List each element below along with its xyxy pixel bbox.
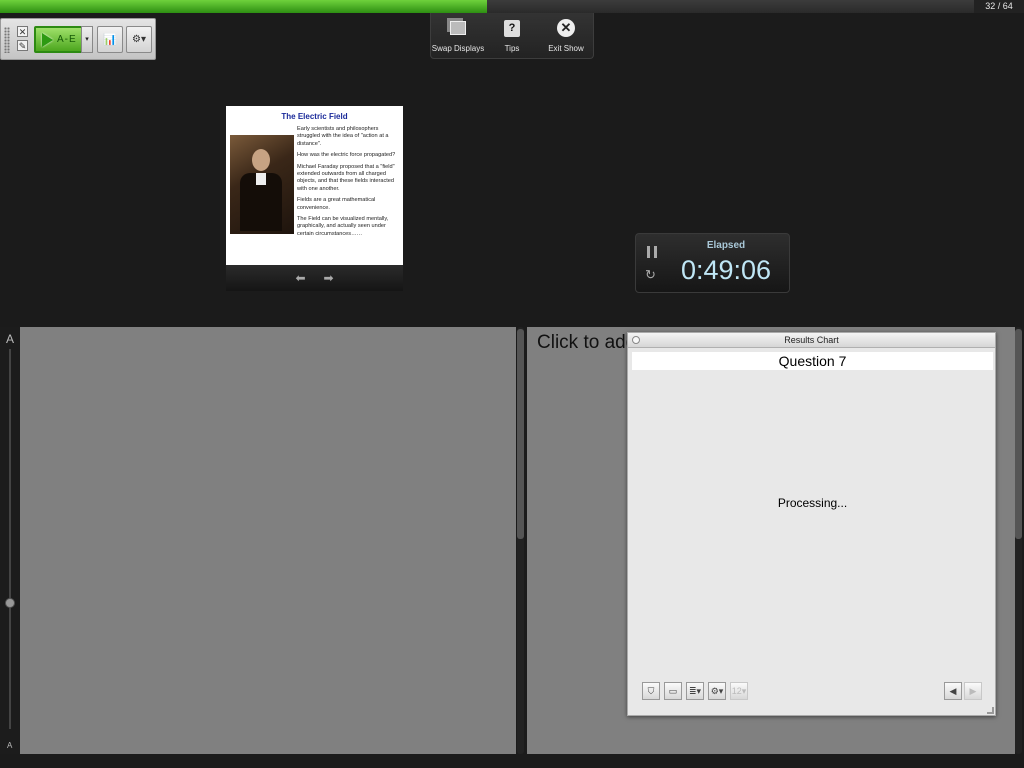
zoom-small-label: A (7, 741, 13, 750)
faraday-portrait (230, 135, 294, 234)
elapsed-timer: ↻ Elapsed 0:49:06 (635, 233, 790, 293)
slide-navigation: ⬅ ➡ (226, 265, 403, 291)
play-icon (42, 32, 53, 47)
swap-displays-button[interactable]: Swap Displays (432, 13, 484, 58)
zoom-track[interactable] (9, 349, 11, 729)
gear-icon: ⚙▾ (132, 34, 146, 45)
bar-chart-icon: 📊 (103, 34, 117, 46)
results-window-titlebar[interactable]: Results Chart (628, 333, 995, 348)
current-slide[interactable]: The Electric Field Early scientists and … (226, 106, 403, 265)
window-mode-icon[interactable]: ▭ (664, 682, 682, 700)
resize-handle[interactable] (987, 707, 994, 714)
right-panel-scrollbar[interactable] (1015, 327, 1022, 754)
slide-paragraph: Fields are a great mathematical convenie… (297, 197, 376, 211)
polling-options-dropdown[interactable]: ▾ (81, 26, 93, 53)
exit-show-button[interactable]: ✕ Exit Show (540, 13, 592, 58)
slide-title: The Electric Field (281, 112, 348, 121)
results-chart-window: Results Chart Question 7 Processing... ⛉… (627, 332, 996, 716)
slide-paragraph: Early scientists and philosophers strugg… (297, 126, 389, 147)
slide-progress-bar (0, 0, 974, 13)
edit-icon[interactable]: ✎ (17, 40, 28, 51)
slide-notes-panel[interactable] (20, 327, 516, 754)
previous-slide-icon[interactable]: ⬅ (295, 271, 305, 285)
slide-counter: 32 / 64 (974, 0, 1024, 13)
results-window-title: Results Chart (784, 335, 839, 345)
tips-icon: ? (504, 19, 520, 37)
close-window-icon[interactable] (632, 336, 640, 344)
swap-displays-label: Swap Displays (431, 44, 485, 53)
close-toolbar-icon[interactable]: ✕ (17, 26, 28, 37)
presenter-view: 32 / 64 ✕ ✎ A-E ▾ 📊 ⚙▾ Swap Displays ? T… (0, 0, 1024, 768)
answer-range-label: A-E (57, 34, 77, 45)
show-results-button[interactable]: 📊 (97, 26, 123, 53)
processing-status: Processing... (777, 496, 848, 510)
left-panel-scrollbar[interactable] (517, 327, 524, 754)
next-slide-icon[interactable]: ➡ (324, 271, 334, 285)
slide-paragraph: How was the electric force propagated? (297, 152, 396, 159)
settings-button[interactable]: ⚙▾ (126, 26, 152, 53)
tips-label: Tips (504, 44, 520, 53)
next-question-icon[interactable]: ▶ (964, 682, 982, 700)
polling-toolbar: ✕ ✎ A-E ▾ 📊 ⚙▾ (0, 18, 156, 60)
swap-displays-icon (450, 21, 466, 35)
exit-show-label: Exit Show (548, 44, 584, 53)
exit-icon: ✕ (557, 19, 575, 37)
zoom-handle[interactable] (5, 598, 15, 608)
slide-body-text: Early scientists and philosophers strugg… (297, 126, 399, 242)
toolbar-drag-handle[interactable] (4, 27, 10, 53)
filter-icon[interactable]: ⛉ (642, 682, 660, 700)
zoom-slider: A A (0, 327, 20, 754)
reset-timer-icon[interactable]: ↻ (645, 267, 656, 283)
chart-options-icon[interactable]: ≣▾ (686, 682, 704, 700)
slide-paragraph: Michael Faraday proposed that a "field" … (297, 163, 395, 192)
question-title: Question 7 (632, 352, 993, 370)
timer-value: 0:49:06 (680, 255, 772, 285)
notes-placeholder[interactable]: Click to add (537, 332, 636, 354)
presenter-menu: Swap Displays ? Tips ✕ Exit Show (430, 13, 594, 59)
value-format-icon[interactable]: 12▾ (730, 682, 748, 700)
left-panel-scroll-thumb[interactable] (517, 329, 524, 539)
chart-settings-icon[interactable]: ⚙▾ (708, 682, 726, 700)
right-panel-scroll-thumb[interactable] (1015, 329, 1022, 539)
slide-progress-fill (0, 0, 487, 13)
tips-button[interactable]: ? Tips (486, 13, 538, 58)
slide-paragraph: The Field can be visualized mentally, gr… (297, 216, 389, 237)
zoom-large-label: A (6, 332, 15, 346)
timer-label: Elapsed (706, 240, 746, 251)
slide-preview-panel: The Electric Field Early scientists and … (226, 106, 403, 291)
previous-question-icon[interactable]: ◀ (944, 682, 962, 700)
pause-icon[interactable] (647, 246, 657, 258)
